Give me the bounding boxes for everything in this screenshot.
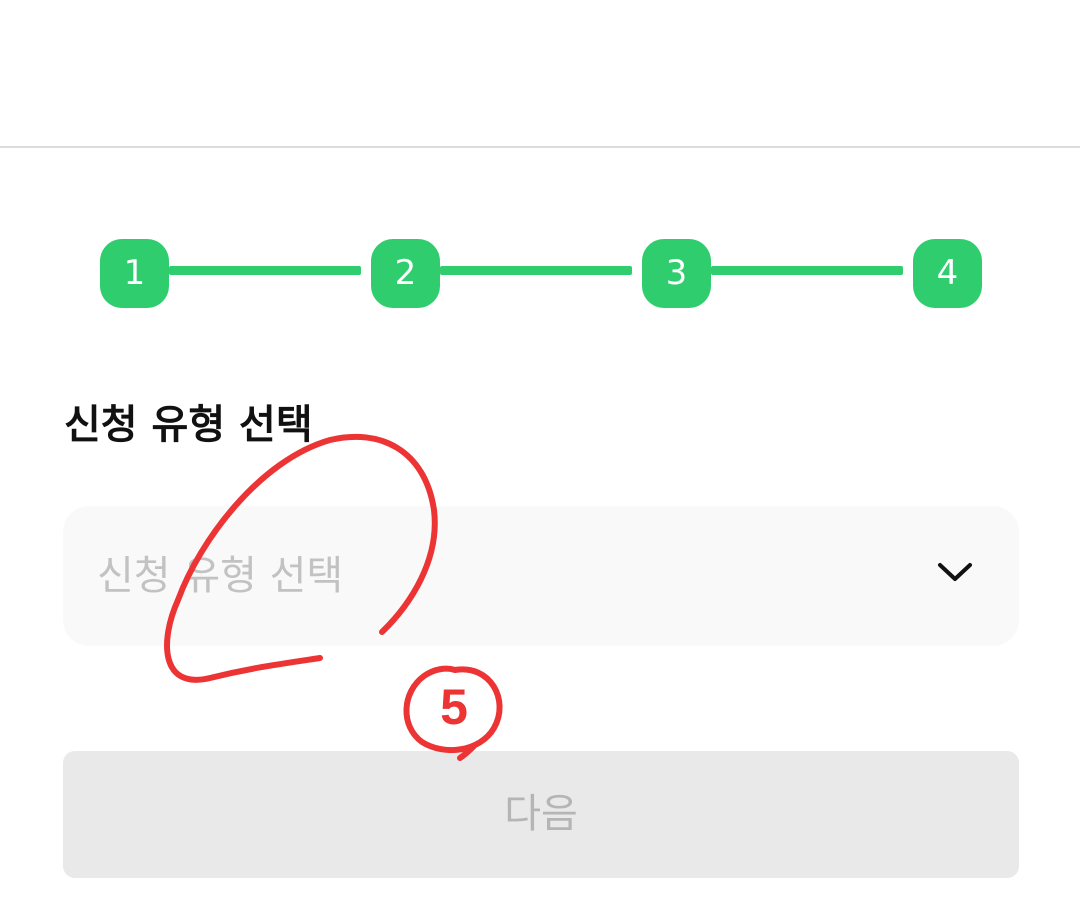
step-2-indicator: 2 bbox=[371, 239, 440, 308]
select-placeholder: 신청 유형 선택 bbox=[97, 553, 344, 599]
section-title: 신청 유형 선택 bbox=[64, 402, 313, 448]
step-3-indicator: 3 bbox=[642, 239, 711, 308]
application-type-select[interactable]: 신청 유형 선택 bbox=[63, 506, 1019, 646]
step-connector-3-4 bbox=[711, 266, 903, 275]
chevron-down-icon bbox=[938, 563, 972, 581]
step-connector-1-2 bbox=[169, 266, 361, 275]
next-button[interactable]: 다음 bbox=[63, 751, 1019, 878]
step-connector-2-3 bbox=[440, 266, 632, 275]
step-1-indicator: 1 bbox=[100, 239, 169, 308]
step-4-indicator: 4 bbox=[913, 239, 982, 308]
